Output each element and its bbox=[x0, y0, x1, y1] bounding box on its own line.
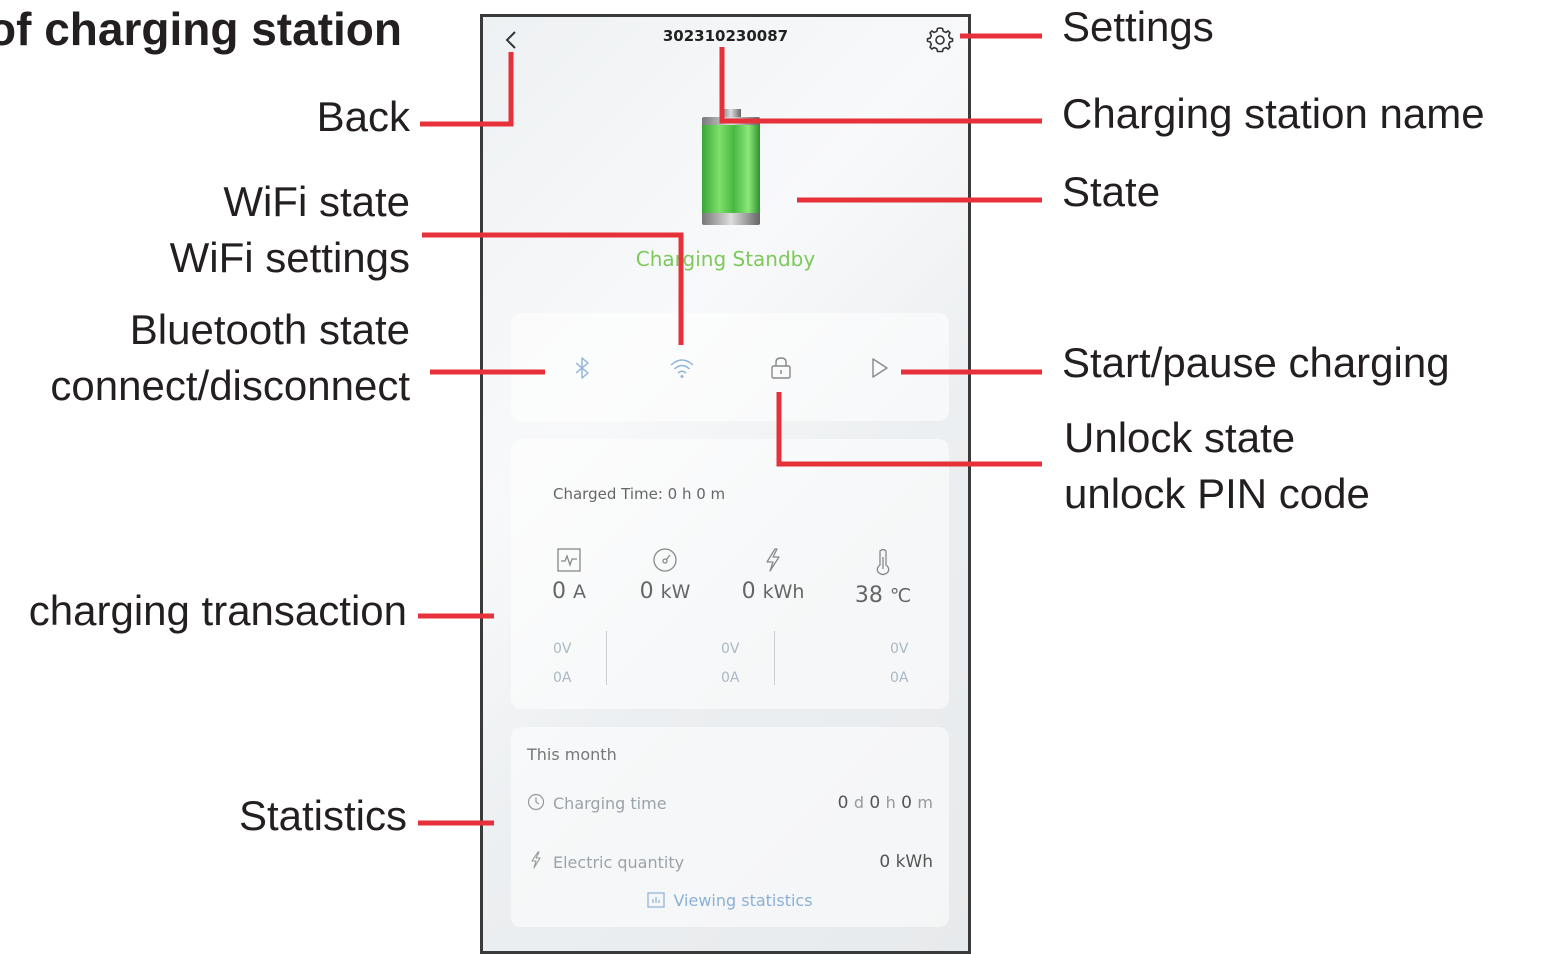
metric-energy: 0 kWh bbox=[723, 547, 823, 604]
phase-1-voltage: 0V bbox=[553, 641, 572, 657]
charging-time-label: Charging time bbox=[553, 794, 667, 813]
page-heading: of charging station bbox=[0, 3, 402, 55]
app-screen: 302310230087 Charging Standby Charged Ti… bbox=[480, 14, 971, 954]
charging-state-text: Charging Standby bbox=[635, 247, 816, 271]
lightning-icon bbox=[766, 548, 780, 572]
energy-unit: kWh bbox=[762, 581, 805, 603]
label-unlock-pin: unlock PIN code bbox=[1064, 470, 1370, 517]
phase-3: 0V 0A bbox=[890, 635, 908, 693]
thermometer-icon bbox=[876, 548, 890, 576]
play-icon bbox=[872, 358, 888, 378]
bar-chart-icon bbox=[647, 892, 666, 908]
wifi-button[interactable] bbox=[669, 355, 695, 381]
phase-3-voltage: 0V bbox=[890, 641, 909, 657]
phase-3-current: 0A bbox=[890, 670, 909, 686]
phase-divider bbox=[606, 631, 607, 685]
temperature-value: 38 bbox=[854, 583, 883, 608]
phase-divider bbox=[774, 631, 775, 685]
viewing-statistics-link[interactable]: Viewing statistics bbox=[511, 891, 949, 910]
settings-button[interactable] bbox=[926, 25, 954, 53]
statistics-panel: This month Charging time 0 d 0 h 0 m Ele… bbox=[511, 727, 949, 927]
lock-button[interactable] bbox=[768, 355, 794, 381]
lock-icon bbox=[771, 357, 791, 379]
power-unit: kW bbox=[660, 581, 691, 603]
label-state: State bbox=[1062, 168, 1161, 215]
label-station-name: Charging station name bbox=[1062, 90, 1485, 137]
label-start-pause: Start/pause charging bbox=[1062, 339, 1450, 386]
start-pause-button[interactable] bbox=[866, 355, 892, 381]
lightning-icon bbox=[531, 851, 541, 869]
phase-1-current: 0A bbox=[553, 670, 572, 686]
phase-2-voltage: 0V bbox=[721, 641, 740, 657]
current-unit: A bbox=[573, 581, 586, 603]
label-back: Back bbox=[316, 93, 410, 140]
transaction-panel: Charged Time: 0 h 0 m 0 A 0 kW 0 kWh 38 … bbox=[511, 439, 949, 709]
metric-current: 0 A bbox=[519, 547, 619, 604]
electric-quantity-value: 0 kWh bbox=[879, 852, 933, 872]
label-charging-transaction: charging transaction bbox=[28, 587, 407, 634]
wifi-icon bbox=[670, 359, 694, 378]
gear-icon bbox=[926, 27, 954, 53]
clock-icon bbox=[527, 793, 545, 811]
current-value: 0 bbox=[552, 579, 566, 604]
charging-time-value: 0 d 0 h 0 m bbox=[837, 793, 933, 813]
label-settings: Settings bbox=[1062, 3, 1214, 50]
station-name: 302310230087 bbox=[662, 27, 789, 45]
label-wifi-state: WiFi state bbox=[223, 178, 410, 225]
metric-temperature: 38 ℃ bbox=[833, 547, 933, 608]
label-bluetooth-state: Bluetooth state bbox=[129, 306, 410, 353]
phase-2: 0V 0A bbox=[721, 635, 739, 693]
power-value: 0 bbox=[639, 579, 654, 604]
phase-2-current: 0A bbox=[721, 670, 740, 686]
phase-1: 0V 0A bbox=[553, 635, 571, 693]
bluetooth-icon bbox=[575, 357, 589, 379]
charged-time: Charged Time: 0 h 0 m bbox=[553, 485, 726, 503]
gauge-icon bbox=[653, 548, 677, 572]
electric-quantity-label: Electric quantity bbox=[553, 853, 685, 872]
battery-state-icon bbox=[699, 109, 763, 229]
label-bluetooth-connect: connect/disconnect bbox=[50, 362, 410, 409]
metric-power: 0 kW bbox=[615, 547, 715, 604]
label-wifi-settings: WiFi settings bbox=[169, 234, 410, 281]
temperature-unit: ℃ bbox=[889, 585, 912, 607]
label-unlock-state: Unlock state bbox=[1064, 414, 1296, 461]
control-panel bbox=[511, 313, 949, 421]
pulse-icon bbox=[557, 548, 581, 572]
bluetooth-button[interactable] bbox=[569, 355, 595, 381]
label-statistics: Statistics bbox=[238, 792, 407, 839]
stats-title: This month bbox=[527, 745, 617, 764]
energy-value: 0 bbox=[741, 579, 756, 604]
